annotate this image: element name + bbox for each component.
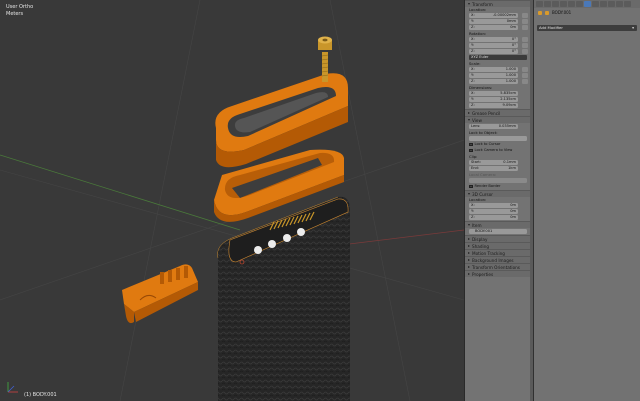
shading-header[interactable]: Shading xyxy=(465,242,530,249)
collapse-triangle-icon xyxy=(468,245,470,247)
transform-header[interactable]: Transform xyxy=(465,0,530,7)
collapse-triangle-icon xyxy=(468,259,470,261)
collapse-triangle-icon xyxy=(468,273,470,275)
cursor-y-field[interactable]: Y: 0m xyxy=(469,209,518,214)
local-camera-label: Local Camera: xyxy=(469,172,497,177)
transform-orientations-header[interactable]: Transform Orientations xyxy=(465,263,530,270)
clip-start-field[interactable]: Start: 0.1mm xyxy=(469,160,518,165)
lock-icon[interactable] xyxy=(522,79,528,84)
lock-to-object-label: Lock to Object: xyxy=(469,130,498,135)
data-tab-icon[interactable] xyxy=(592,1,599,7)
lock-icon[interactable] xyxy=(522,37,528,42)
cursor-location-label: Location: xyxy=(469,197,487,202)
physics-tab-icon[interactable] xyxy=(624,1,631,7)
clip-mesh xyxy=(122,264,198,324)
clip-label: Clip: xyxy=(469,154,478,159)
lock-icon[interactable] xyxy=(522,49,528,54)
constraints-tab-icon[interactable] xyxy=(576,1,583,7)
lock-icon[interactable] xyxy=(522,19,528,24)
expand-triangle-icon xyxy=(468,119,470,121)
location-y-field[interactable]: Y: 0mm xyxy=(469,19,528,24)
texture-tab-icon[interactable] xyxy=(608,1,615,7)
expand-triangle-icon xyxy=(468,224,470,226)
rotation-x-field[interactable]: X: 0° xyxy=(469,37,528,42)
context-path: BODY.001 xyxy=(534,8,640,17)
lock-icon[interactable] xyxy=(522,73,528,78)
body-mesh xyxy=(217,196,350,401)
expand-triangle-icon xyxy=(468,3,470,5)
dimensions-z-field[interactable]: Z: 9.09cm xyxy=(469,103,518,108)
context-object-name: BODY.001 xyxy=(552,10,572,15)
collapse-triangle-icon xyxy=(468,266,470,268)
item-header[interactable]: Item xyxy=(465,221,530,228)
view-name: User Ortho xyxy=(6,4,34,10)
dimensions-x-field[interactable]: X: 5.835cm xyxy=(469,91,518,96)
lock-to-cursor-checkbox[interactable]: Lock to Cursor xyxy=(469,142,527,147)
grease-pencil-header[interactable]: Grease Pencil xyxy=(465,109,530,116)
material-tab-icon[interactable] xyxy=(600,1,607,7)
lock-icon[interactable] xyxy=(522,67,528,72)
dimensions-y-field[interactable]: Y: 2.135cm xyxy=(469,97,518,102)
scale-label: Scale: xyxy=(469,61,481,66)
modifier-properties[interactable]: BODY.001 Add Modifier ▾ xyxy=(533,0,640,401)
location-label: Location: xyxy=(469,7,487,12)
collapse-triangle-icon xyxy=(468,112,470,114)
blender-window: User Ortho Meters (1) BODY.001 Transform… xyxy=(0,0,640,401)
dropdown-arrow-icon: ▾ xyxy=(632,25,634,30)
motion-tracking-header[interactable]: Motion Tracking xyxy=(465,249,530,256)
location-z-field[interactable]: Z: 0m xyxy=(469,25,528,30)
collapse-triangle-icon xyxy=(468,252,470,254)
object-tab-icon[interactable] xyxy=(568,1,575,7)
background-images-header[interactable]: Background Images xyxy=(465,256,530,263)
item-name-field[interactable]: BODY.001 xyxy=(469,229,527,234)
world-tab-icon[interactable] xyxy=(560,1,567,7)
cursor-x-field[interactable]: X: 0m xyxy=(469,203,518,208)
cursor-z-field[interactable]: Z: 0m xyxy=(469,215,518,220)
axis-widget xyxy=(7,382,18,393)
3d-viewport[interactable]: User Ortho Meters (1) BODY.001 xyxy=(0,0,464,401)
location-x-field[interactable]: X: -0.00002mm xyxy=(469,13,528,18)
modifiers-tab-icon[interactable] xyxy=(584,1,591,7)
expand-triangle-icon xyxy=(468,193,470,195)
render-tab-icon[interactable] xyxy=(536,1,543,7)
dimensions-label: Dimensions: xyxy=(469,85,493,90)
clip-end-field[interactable]: End: 1km xyxy=(469,166,518,171)
active-object-label: (1) BODY.001 xyxy=(24,392,57,398)
rotation-z-field[interactable]: Z: 0° xyxy=(469,49,528,54)
view-header[interactable]: View xyxy=(465,116,530,123)
rotation-mode-select[interactable]: XYZ Euler xyxy=(469,55,527,60)
rotation-label: Rotation: xyxy=(469,31,487,36)
scene-tab-icon[interactable] xyxy=(552,1,559,7)
properties-header[interactable]: Properties xyxy=(465,270,530,277)
add-modifier-dropdown[interactable]: Add Modifier ▾ xyxy=(537,25,637,31)
lock-camera-checkbox[interactable]: Lock Camera to View xyxy=(469,148,527,153)
lock-icon[interactable] xyxy=(522,25,528,30)
display-header[interactable]: Display xyxy=(465,235,530,242)
scale-x-field[interactable]: X: 1.000 xyxy=(469,67,528,72)
collapse-triangle-icon xyxy=(468,238,470,240)
lock-object-input[interactable] xyxy=(469,136,527,141)
unit-label: Meters xyxy=(6,11,24,17)
properties-sidebar[interactable]: Transform Location: X: -0.00002mm Y: 0mm Z… xyxy=(464,0,530,401)
lock-icon[interactable] xyxy=(522,43,528,48)
property-tabs xyxy=(534,0,640,8)
lock-icon[interactable] xyxy=(522,13,528,18)
local-camera-input[interactable] xyxy=(469,178,527,183)
rotation-y-field[interactable]: Y: 0° xyxy=(469,43,528,48)
lens-field[interactable]: Lens: 0.035mm xyxy=(469,124,518,129)
3d-cursor-header[interactable]: 3D Cursor xyxy=(465,190,530,197)
particles-tab-icon[interactable] xyxy=(616,1,623,7)
scale-z-field[interactable]: Z: 1.000 xyxy=(469,79,528,84)
viewport-scene xyxy=(0,0,464,401)
y-axis-line xyxy=(0,154,241,231)
pin-icon[interactable] xyxy=(538,10,542,15)
scale-y-field[interactable]: Y: 1.000 xyxy=(469,73,528,78)
object-icon xyxy=(545,10,549,15)
layers-tab-icon[interactable] xyxy=(544,1,551,7)
render-border-checkbox[interactable]: Render Border xyxy=(469,184,527,189)
